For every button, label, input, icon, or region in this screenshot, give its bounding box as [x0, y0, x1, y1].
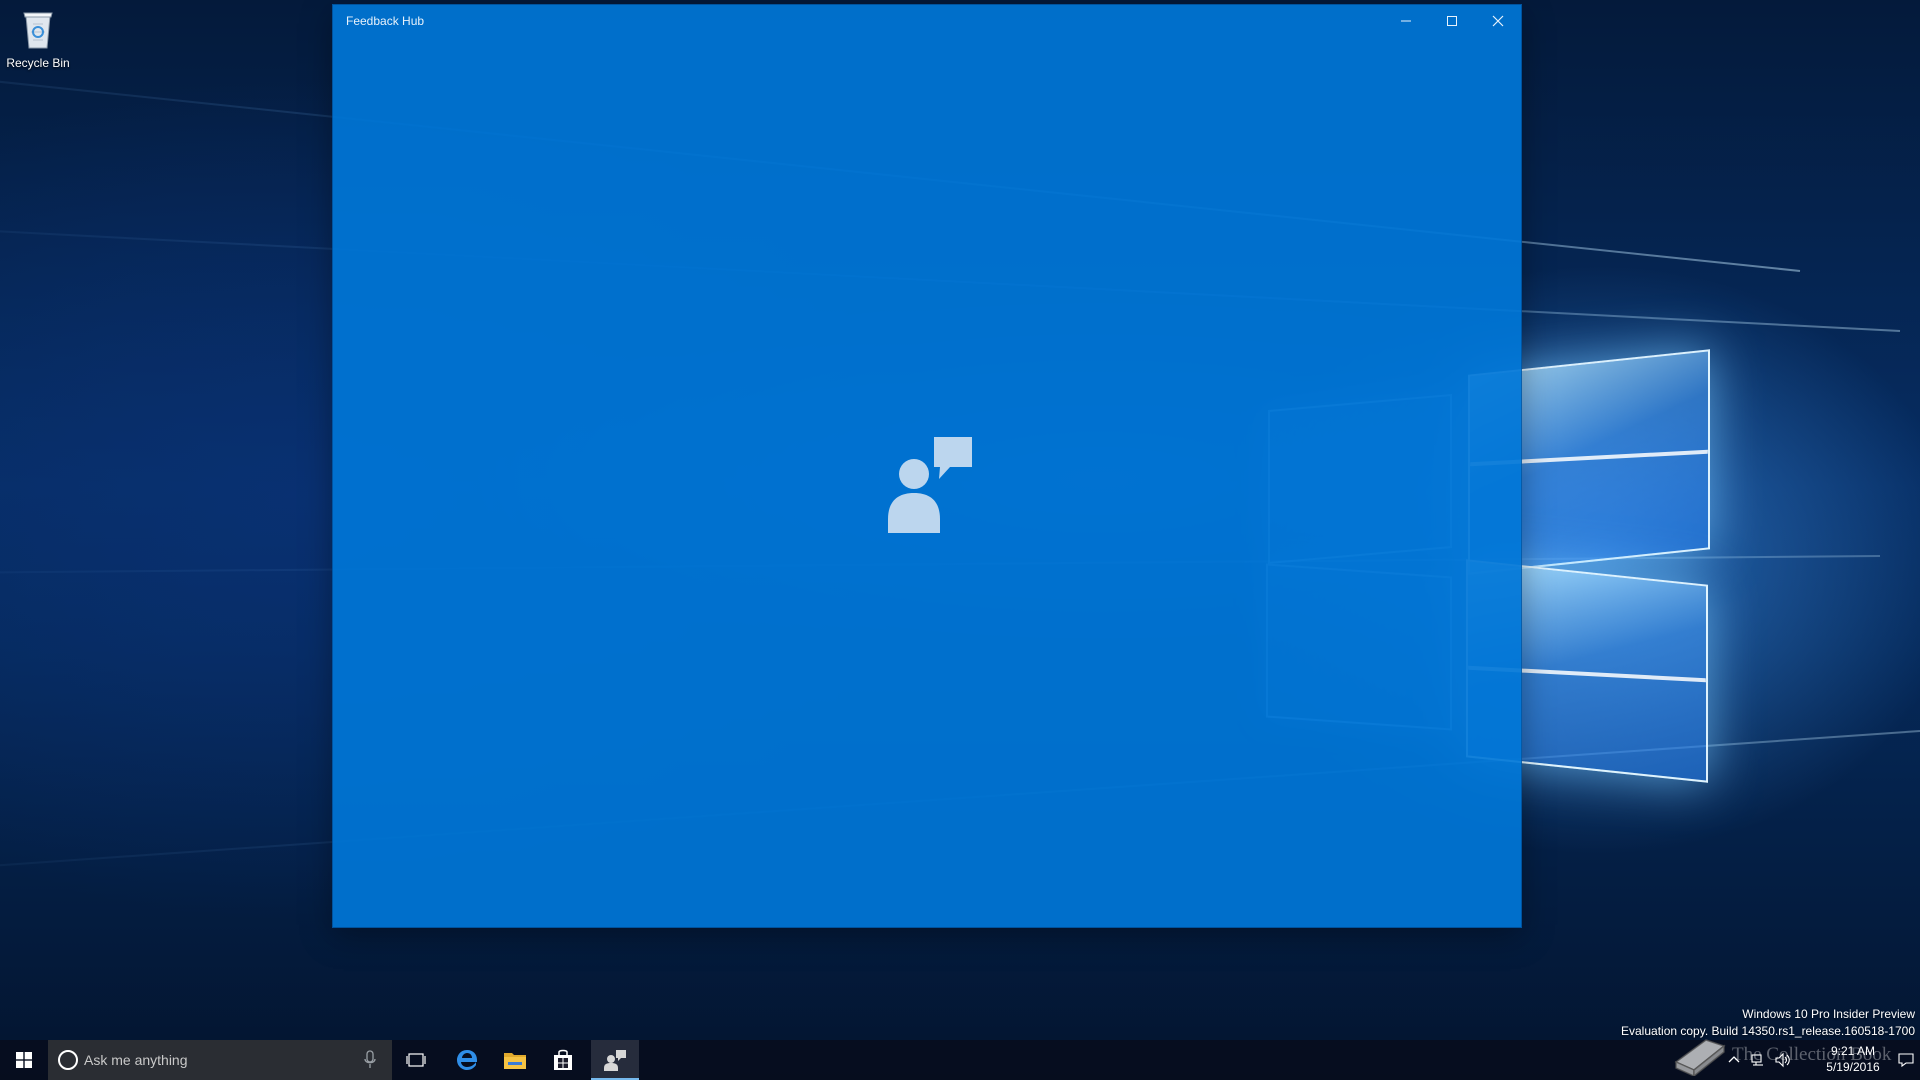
desktop: Recycle Bin Feedback Hub Windows 10 Pro [0, 0, 1920, 1080]
search-box[interactable]: Ask me anything [48, 1040, 392, 1080]
network-icon[interactable] [1750, 1052, 1766, 1068]
recycle-bin-icon [21, 8, 55, 50]
windows-logo-icon [16, 1052, 32, 1068]
feedback-hub-icon [884, 435, 976, 535]
store-button[interactable] [539, 1040, 587, 1080]
maximize-button[interactable] [1429, 5, 1475, 37]
close-icon [1492, 15, 1504, 27]
minimize-button[interactable] [1383, 5, 1429, 37]
edge-icon [457, 1050, 477, 1070]
title-bar[interactable]: Feedback Hub [333, 5, 1521, 37]
window-title: Feedback Hub [346, 14, 425, 28]
chevron-up-icon[interactable] [1726, 1052, 1742, 1068]
system-tray: 9:21 AM 5/19/2016 [1690, 1040, 1920, 1080]
cortana-circle-icon [58, 1050, 78, 1070]
feedback-hub-taskbar-button[interactable] [591, 1040, 639, 1080]
task-view-icon [406, 1053, 426, 1067]
maximize-icon [1447, 16, 1457, 26]
action-center-icon[interactable] [1898, 1052, 1914, 1068]
clock-time: 9:21 AM [1830, 1044, 1876, 1058]
feedback-hub-icon [604, 1050, 626, 1071]
microphone-icon[interactable] [363, 1050, 377, 1070]
file-explorer-button[interactable] [491, 1040, 539, 1080]
store-icon [554, 1049, 572, 1070]
watermark-edition: Windows 10 Pro Insider Preview [1742, 1007, 1915, 1021]
recycle-bin-label: Recycle Bin [6, 56, 70, 70]
search-placeholder: Ask me anything [84, 1052, 188, 1068]
taskbar: Ask me anything [0, 1040, 1920, 1080]
desktop-icon-recycle-bin[interactable]: Recycle Bin [0, 8, 76, 70]
task-view-button[interactable] [392, 1040, 440, 1080]
folder-icon [504, 1053, 526, 1069]
clock[interactable]: 9:21 AM 5/19/2016 [1808, 1043, 1898, 1075]
edge-button[interactable] [443, 1040, 491, 1080]
close-button[interactable] [1475, 5, 1521, 37]
watermark-build: Evaluation copy. Build 14350.rs1_release… [1621, 1024, 1915, 1038]
minimize-icon [1401, 20, 1411, 22]
clock-date: 5/19/2016 [1826, 1060, 1880, 1074]
volume-icon[interactable] [1774, 1052, 1790, 1068]
build-watermark: Windows 10 Pro Insider Preview Evaluatio… [1621, 1006, 1915, 1040]
feedback-hub-window[interactable]: Feedback Hub [333, 5, 1521, 927]
start-button[interactable] [0, 1040, 48, 1080]
